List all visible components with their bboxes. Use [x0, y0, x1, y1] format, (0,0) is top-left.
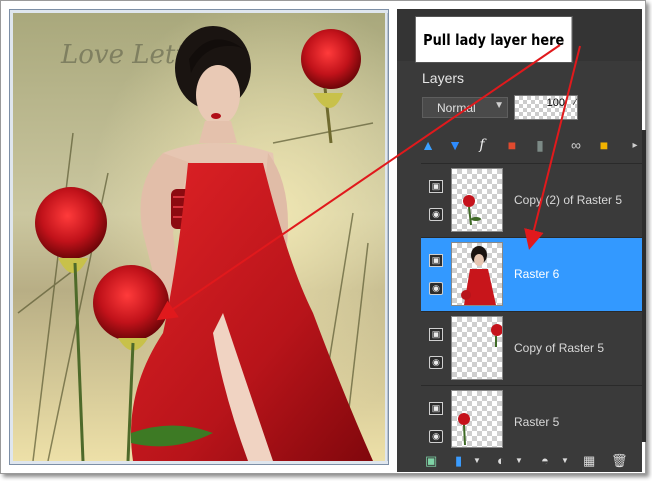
layer-row[interactable]: ▣ ◉ Raster 5: [421, 385, 642, 451]
visibility-eye-icon[interactable]: ◉: [429, 208, 443, 221]
layer-row[interactable]: ▣ ◉ Copy (2) of Raster 5: [421, 163, 642, 237]
chevron-down-icon[interactable]: ▼: [561, 456, 569, 465]
layer-group-icon[interactable]: ▣: [429, 254, 443, 267]
layer-row[interactable]: ▣ ◉ Copy of Raster 5: [421, 311, 642, 385]
layer-name: Copy of Raster 5: [514, 341, 605, 355]
blend-toggle-icon[interactable]: ◐: [497, 453, 505, 468]
opacity-field[interactable]: 100 ∕: [514, 95, 578, 120]
merge-icon[interactable]: ▦: [583, 453, 595, 469]
new-layer-icon[interactable]: ▮: [455, 453, 462, 469]
layer-group-icon[interactable]: ▣: [429, 402, 443, 415]
layer-name: Copy (2) of Raster 5: [514, 193, 623, 207]
layer-row-selected[interactable]: ▣ ◉ Raster 6: [421, 237, 642, 311]
chevron-down-icon: ▼: [494, 100, 504, 111]
layers-scrollbar[interactable]: [642, 130, 646, 442]
layer-from-image-icon[interactable]: ▣: [425, 453, 437, 469]
layer-name: Raster 5: [514, 415, 560, 429]
visibility-eye-icon[interactable]: ◉: [429, 356, 443, 369]
layer-thumbnail: [451, 168, 503, 232]
mask-icon[interactable]: ▮: [530, 134, 550, 156]
new-raster-layer-icon[interactable]: ▲: [418, 134, 438, 156]
opacity-slider-icon: ∕: [574, 97, 576, 107]
layer-group-icon[interactable]: ▣: [429, 180, 443, 193]
link-icon[interactable]: ∞: [566, 134, 586, 156]
mask-icon[interactable]: ◓: [541, 453, 549, 468]
image-canvas[interactable]: Love Letters: [13, 13, 385, 461]
canvas-scroll-edge: [387, 13, 388, 461]
blend-mode-value: Normal: [437, 101, 476, 115]
instruction-callout: Pull lady layer here: [415, 16, 573, 63]
layer-name: Raster 6: [514, 267, 560, 281]
chevron-down-icon[interactable]: ▼: [473, 456, 481, 465]
visibility-eye-icon[interactable]: ◉: [429, 430, 443, 443]
layers-bottom-toolbar: ▣ ▮ ▼ ◐ ▼ ◓ ▼ ▦ 🗑: [421, 451, 642, 472]
new-vector-layer-icon[interactable]: ▼: [445, 134, 465, 156]
blend-mode-dropdown[interactable]: Normal ▼: [422, 97, 508, 118]
layer-group-icon[interactable]: ▣: [429, 328, 443, 341]
lock-icon[interactable]: ■: [594, 134, 614, 156]
delete-icon[interactable]: 🗑: [611, 453, 628, 469]
image-canvas-window: Love Letters: [9, 9, 389, 465]
visibility-eye-icon[interactable]: ◉: [429, 282, 443, 295]
layers-panel-title: Layers: [422, 70, 465, 86]
chevron-down-icon[interactable]: ▼: [515, 456, 523, 465]
layer-thumbnail: [451, 242, 503, 306]
canvas-artwork: Love Letters: [13, 13, 385, 461]
layer-thumbnail: [451, 390, 503, 448]
layers-toolbar: ▲ ▼ f ■ ▮ ∞ ■ ▸: [418, 134, 638, 158]
adjustment-layer-icon[interactable]: ■: [502, 134, 522, 156]
fx-effects-icon[interactable]: f: [472, 134, 492, 156]
opacity-value: 100: [546, 97, 565, 109]
layer-thumbnail: [451, 316, 503, 380]
